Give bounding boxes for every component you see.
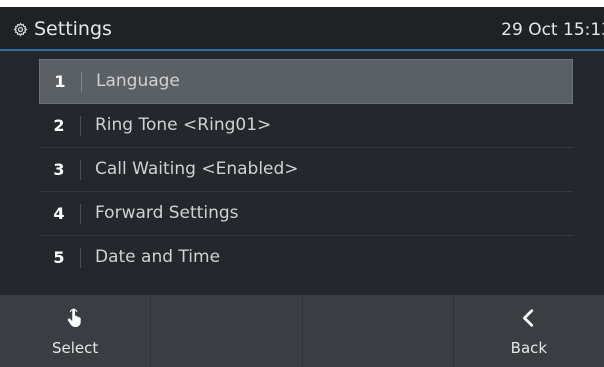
gear-icon: [13, 22, 28, 37]
menu-item-label: Language: [96, 71, 180, 91]
empty-softkey-2[interactable]: [151, 295, 303, 367]
page-title: Settings: [34, 18, 112, 40]
menu-item-number: 1: [54, 72, 66, 91]
menu-item-date-and-time[interactable]: 5 Date and Time: [39, 236, 573, 280]
menu-item-separator: [80, 116, 81, 136]
phone-screen: Settings 29 Oct 15:13 1 Language 2 Ring …: [0, 7, 604, 367]
hand-pointer-icon: [67, 308, 81, 327]
menu-item-separator: [80, 204, 81, 224]
status-bar: Settings 29 Oct 15:13: [0, 7, 604, 51]
menu-item-label: Call Waiting <Enabled>: [95, 159, 299, 179]
menu-item-separator: [80, 160, 81, 180]
chevron-left-icon: [522, 309, 533, 327]
date-time: 29 Oct 15:13: [501, 20, 604, 40]
empty-softkey-3[interactable]: [303, 295, 454, 367]
menu-item-forward-settings[interactable]: 4 Forward Settings: [39, 192, 573, 236]
menu-item-number: 4: [53, 204, 65, 223]
menu-item-number: 2: [53, 116, 65, 135]
menu-item-number: 3: [53, 160, 65, 179]
back-softkey[interactable]: Back: [454, 295, 604, 367]
menu-item-call-waiting[interactable]: 3 Call Waiting <Enabled>: [39, 148, 573, 192]
menu-item-separator: [81, 72, 82, 92]
menu-item-label: Ring Tone <Ring01>: [95, 115, 272, 135]
menu-item-label: Forward Settings: [95, 203, 239, 223]
settings-menu: 1 Language 2 Ring Tone <Ring01> 3 Call W…: [39, 59, 573, 280]
menu-item-language[interactable]: 1 Language: [39, 59, 573, 104]
softkey-label: Select: [51, 339, 99, 357]
menu-item-separator: [80, 248, 81, 268]
menu-item-ring-tone[interactable]: 2 Ring Tone <Ring01>: [39, 104, 573, 148]
softkey-label: Back: [510, 339, 548, 357]
menu-item-label: Date and Time: [95, 247, 221, 267]
menu-item-number: 5: [53, 248, 65, 267]
softkey-bar: Select Back: [0, 295, 604, 367]
select-softkey[interactable]: Select: [0, 295, 152, 367]
